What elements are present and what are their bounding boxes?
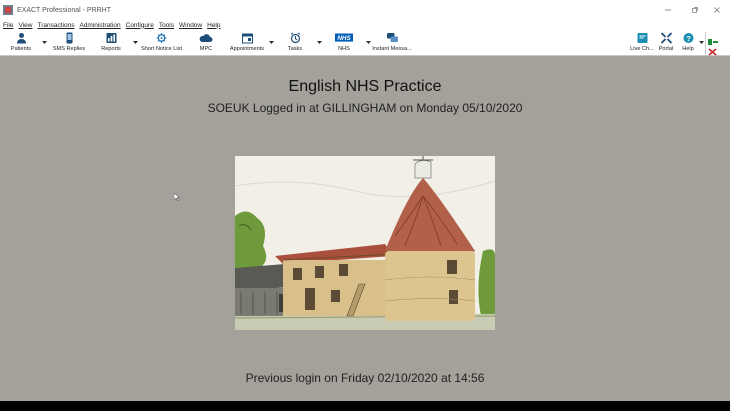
help-dropdown[interactable] [698, 40, 704, 45]
nhs-logo-text: NHS [337, 35, 351, 42]
minimize-button[interactable] [656, 0, 680, 20]
menu-view[interactable]: View [18, 22, 32, 29]
menu-configure[interactable]: Configure [126, 22, 154, 29]
close-icon [714, 7, 720, 13]
bottom-edge [0, 401, 730, 411]
help-button[interactable]: ? Help [680, 32, 696, 54]
welcome-panel: English NHS Practice SOEUK Logged in at … [0, 56, 730, 401]
menu-help[interactable]: Help [207, 22, 220, 29]
restore-icon [692, 7, 698, 13]
mpc-label: MPC [199, 46, 213, 52]
previous-login: Previous login on Friday 02/10/2020 at 1… [245, 371, 485, 385]
chevron-down-icon [316, 41, 322, 44]
nhs-label: NHS [338, 46, 350, 52]
login-status: SOEUK Logged in at GILLINGHAM on Monday … [207, 101, 523, 115]
mpc-button[interactable]: MPC [194, 32, 218, 54]
menu-window[interactable]: Window [179, 22, 202, 29]
report-chart-icon [106, 33, 116, 43]
patients-label: Patients [10, 46, 32, 52]
chevron-down-icon [698, 41, 704, 44]
live-chat-label: Live Ch... [630, 46, 654, 52]
reports-button[interactable]: Reports [98, 32, 124, 54]
app-icon [3, 5, 13, 15]
practice-name: English NHS Practice [288, 78, 442, 95]
help-label: Help [682, 46, 694, 52]
short-notice-list-label: Short Notice List [140, 46, 183, 52]
toolbar: Patients SMS Replies Reports Short Notic… [0, 30, 730, 56]
mouse-pointer-icon [174, 193, 180, 201]
menu-file[interactable]: File [3, 22, 13, 29]
chevron-down-icon [365, 41, 371, 44]
nhs-dropdown[interactable] [365, 40, 371, 45]
appointments-label: Appointments [229, 46, 265, 52]
chevron-down-icon [41, 41, 47, 44]
tasks-button[interactable]: Tasks [286, 32, 304, 54]
toolbar-divider [705, 32, 706, 54]
nhs-logo-icon: NHS [335, 33, 353, 42]
reports-label: Reports [101, 46, 121, 52]
phone-message-icon [66, 32, 72, 44]
live-chat-icon [637, 33, 647, 43]
portal-arrows-icon [660, 32, 672, 44]
portal-button[interactable]: Portal [657, 32, 675, 54]
disconnect-icon [708, 48, 717, 56]
title-bar: EXACT Professional - PRRHT [0, 0, 730, 20]
chat-bubbles-icon [386, 33, 398, 42]
menu-bar: File View Transactions Administration Co… [0, 20, 730, 30]
close-button[interactable] [705, 0, 729, 20]
instant-messages-button[interactable]: Instant Messa... [372, 32, 412, 54]
short-notice-list-button[interactable]: Short Notice List [139, 32, 184, 54]
live-chat-button[interactable]: Live Ch... [630, 32, 654, 54]
reports-dropdown[interactable] [132, 40, 138, 45]
menu-tools[interactable]: Tools [159, 22, 174, 29]
menu-transactions[interactable]: Transactions [37, 22, 74, 29]
patients-dropdown[interactable] [41, 40, 47, 45]
window-title: EXACT Professional - PRRHT [17, 6, 112, 14]
oast-house-image [235, 156, 495, 330]
tasks-label: Tasks [287, 46, 303, 52]
chevron-down-icon [132, 41, 138, 44]
svg-text:?: ? [686, 34, 691, 43]
appointments-dropdown[interactable] [268, 40, 274, 45]
instant-messages-label: Instant Messa... [372, 46, 412, 52]
tasks-dropdown[interactable] [316, 40, 322, 45]
person-icon [16, 33, 26, 44]
appointments-button[interactable]: Appointments [228, 32, 266, 54]
calendar-icon [241, 33, 253, 44]
alarm-clock-icon [290, 32, 300, 44]
help-icon: ? [683, 33, 693, 43]
maximize-button[interactable] [683, 0, 707, 20]
minimize-icon [665, 9, 671, 11]
gear-list-icon [156, 33, 167, 43]
sms-replies-button[interactable]: SMS Replies [52, 32, 86, 54]
menu-administration[interactable]: Administration [79, 22, 120, 29]
patients-button[interactable]: Patients [8, 32, 34, 54]
nhs-button[interactable]: NHS NHS [334, 32, 354, 54]
sms-replies-label: SMS Replies [52, 46, 86, 52]
cloud-icon [199, 34, 213, 42]
chevron-down-icon [268, 41, 274, 44]
portal-label: Portal [658, 46, 674, 52]
